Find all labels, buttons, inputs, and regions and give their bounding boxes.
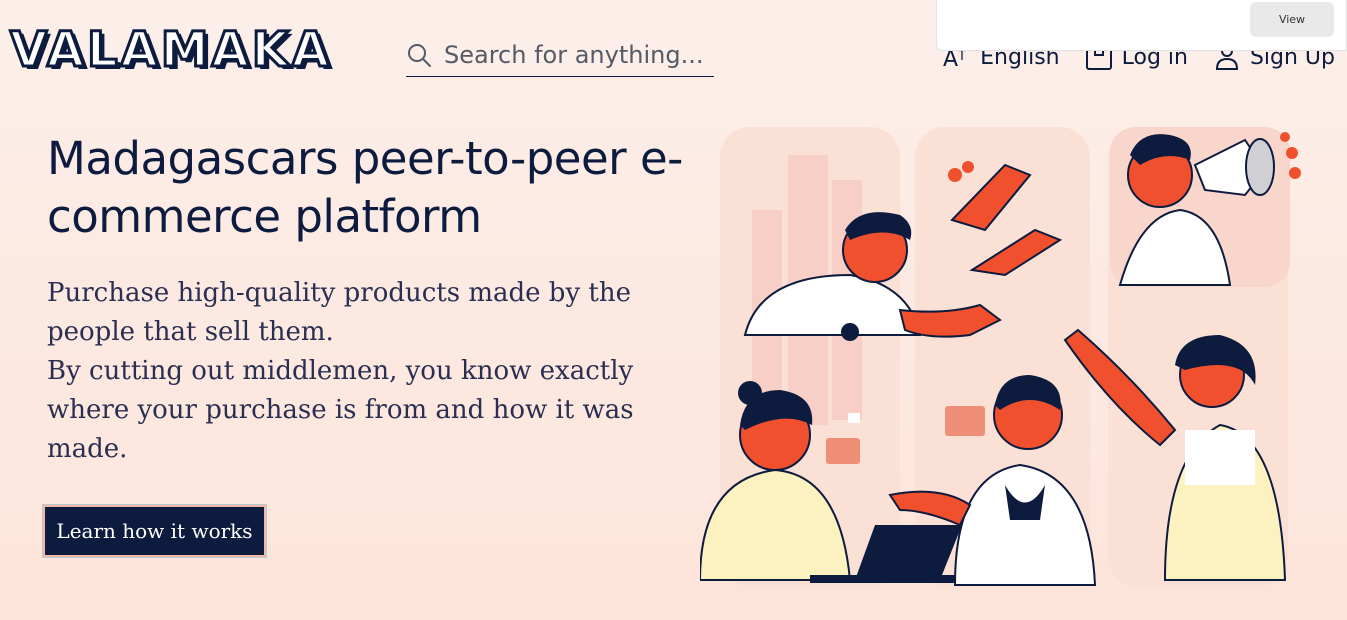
learn-how-button[interactable]: Learn how it works	[43, 505, 266, 557]
view-popup: View	[936, 0, 1347, 51]
hero-paragraph-2: By cutting out middlemen, you know exact…	[47, 356, 634, 464]
search-icon	[408, 44, 431, 67]
hero-paragraph-1: Purchase high-quality products made by t…	[47, 278, 631, 347]
search-bar[interactable]	[406, 34, 714, 77]
hero-description: Purchase high-quality products made by t…	[47, 274, 687, 469]
hero-illustration	[700, 127, 1301, 587]
view-button[interactable]: View	[1250, 2, 1334, 37]
hero-title: Madagascars peer-to-peer e-commerce plat…	[47, 132, 683, 243]
search-input[interactable]	[444, 41, 704, 69]
svg-text:T: T	[957, 49, 966, 64]
logo[interactable]: VALAMAKA	[8, 25, 332, 76]
